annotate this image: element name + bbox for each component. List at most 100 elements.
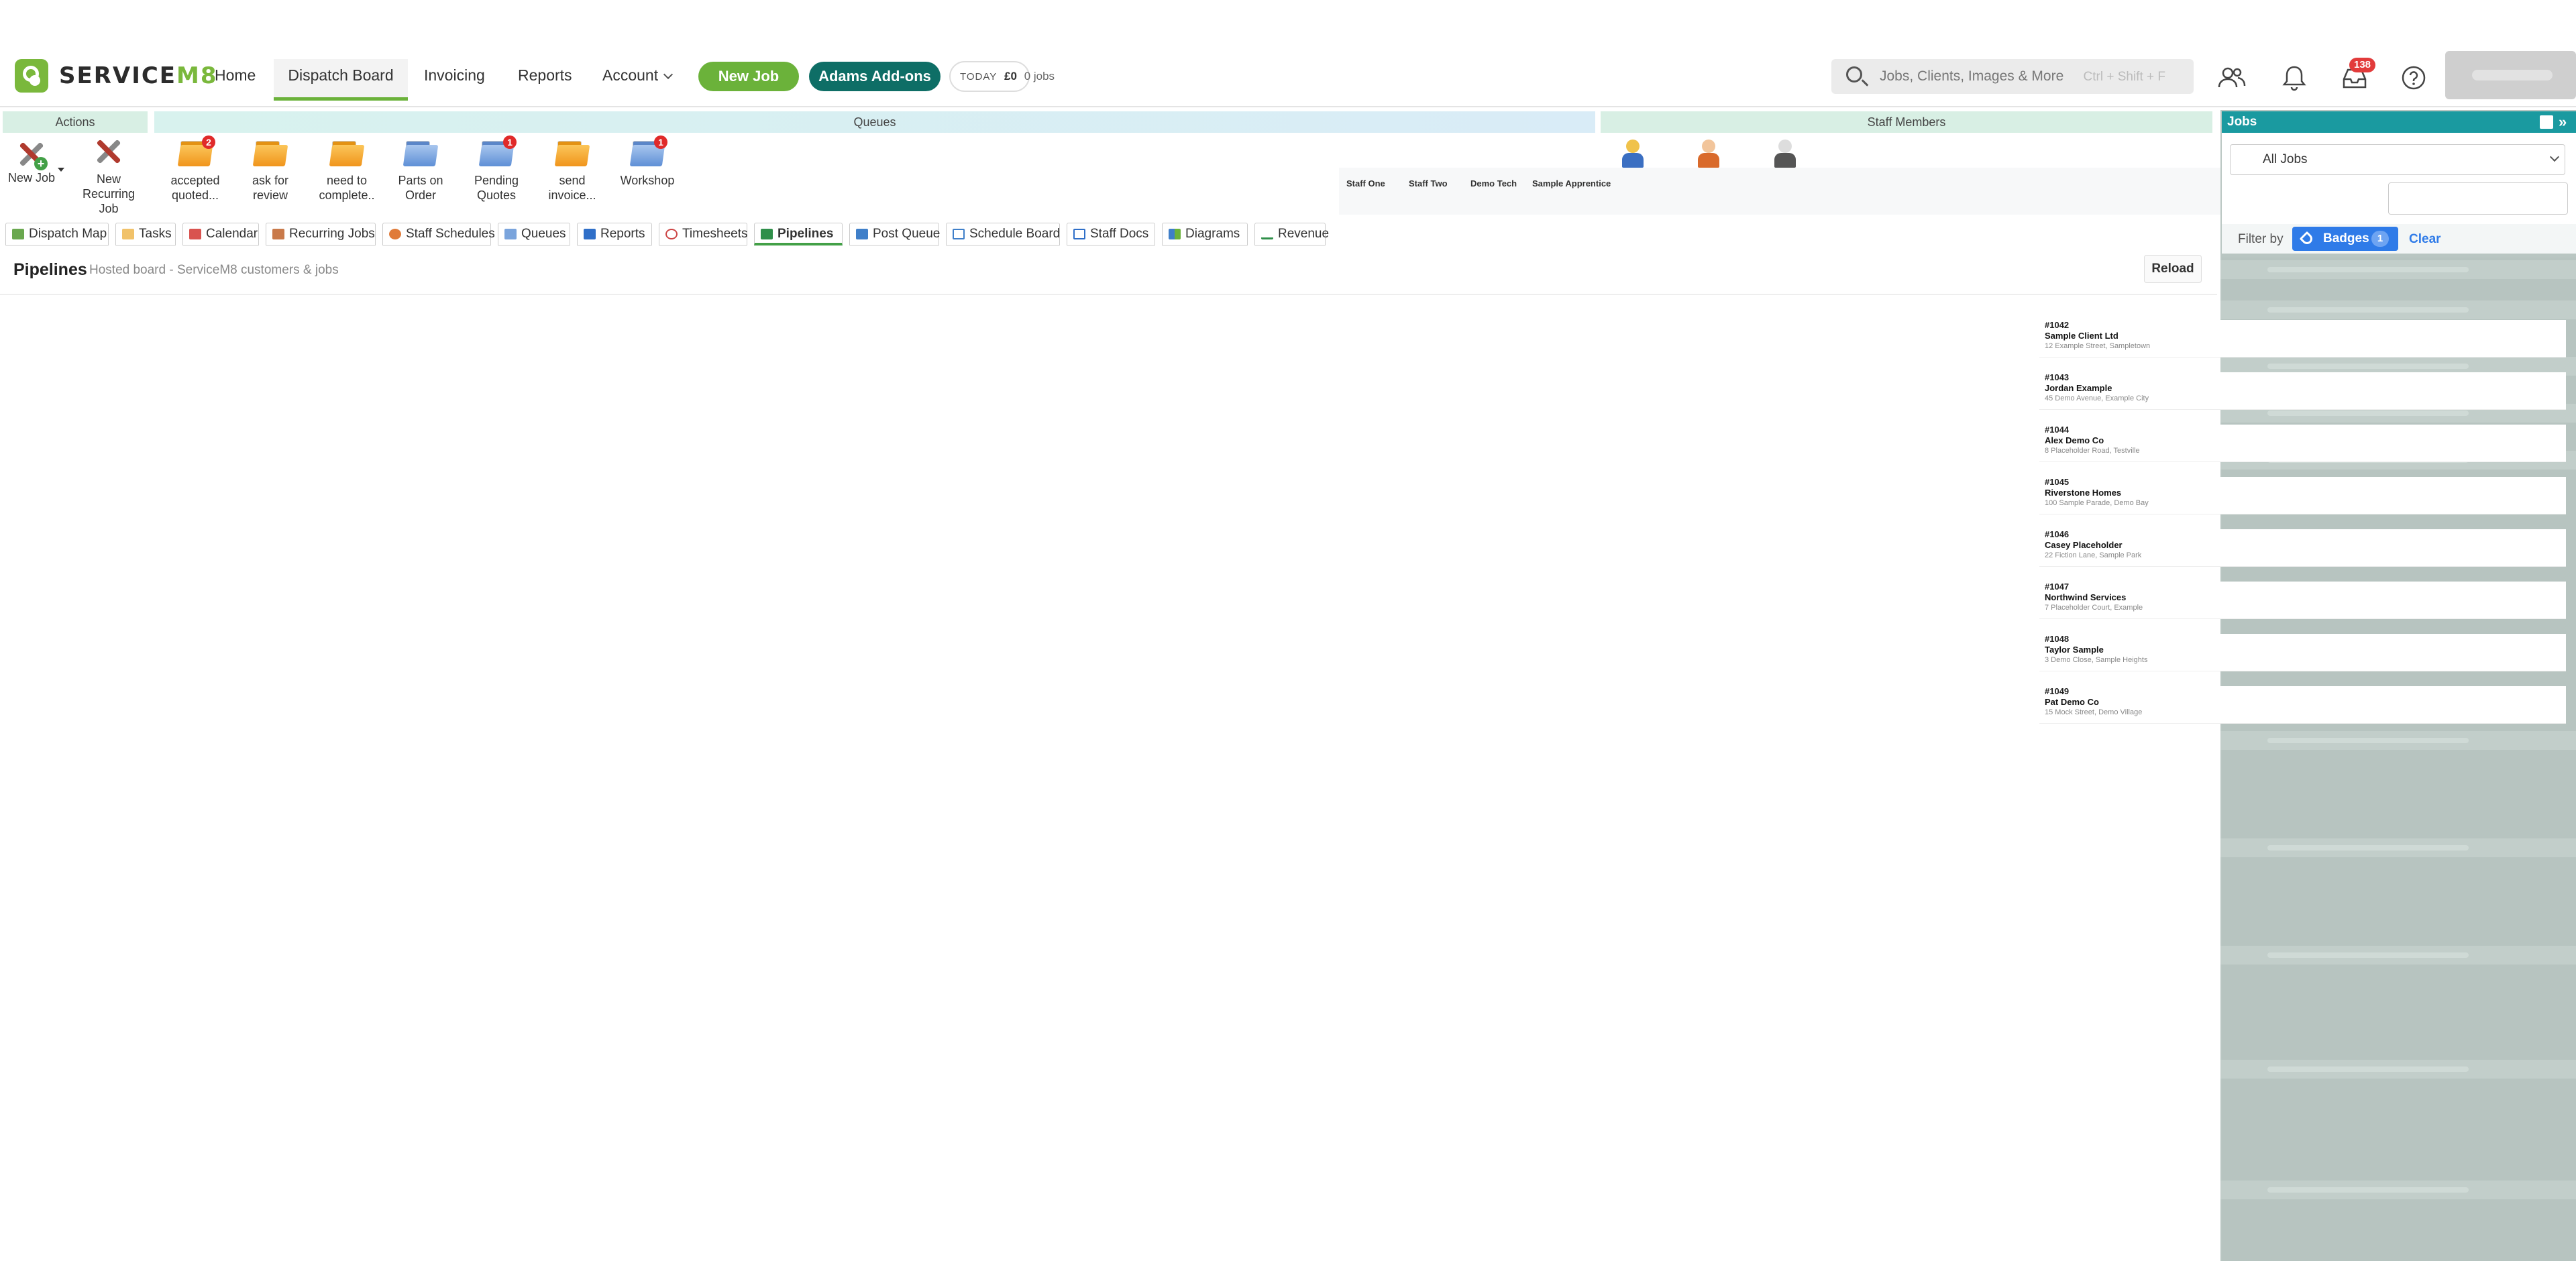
- tab-tasks[interactable]: Tasks: [115, 223, 176, 245]
- job-number: #1046: [2045, 529, 2070, 539]
- select-all-checkbox[interactable]: [2540, 115, 2553, 129]
- top-nav: SERVICEM8 Home Dispatch Board Invoicing …: [0, 0, 2576, 107]
- collapse-panel-icon[interactable]: »: [2559, 111, 2567, 133]
- search-shortcut: Ctrl + Shift + F: [2083, 70, 2165, 84]
- tab-schedule-board[interactable]: Schedule Board: [946, 223, 1060, 245]
- staff-name[interactable]: Demo Tech: [1470, 178, 1517, 188]
- tab-post-queue[interactable]: Post Queue: [849, 223, 941, 245]
- job-card[interactable]: #1042 Sample Client Ltd 12 Example Street,…: [2039, 320, 2566, 358]
- badges-filter-button[interactable]: Badges 1: [2292, 227, 2398, 251]
- job-address: 8 Placeholder Road, Testville: [2045, 447, 2140, 455]
- new-recurring-job-action[interactable]: New Recurring Job: [71, 138, 146, 216]
- job-client: Taylor Sample: [2045, 645, 2104, 655]
- nav-account[interactable]: Account: [596, 59, 678, 101]
- folder-icon: [504, 229, 517, 239]
- servicem8-logo[interactable]: SERVICEM8: [15, 59, 218, 93]
- people-icon[interactable]: [2217, 63, 2247, 93]
- new-recurring-job-label: New Recurring Job: [82, 172, 136, 215]
- jobs-search-input[interactable]: [2388, 182, 2568, 215]
- chevron-down-icon: [2549, 152, 2560, 162]
- queue-count-badge: 1: [654, 135, 667, 149]
- queue-send-invoice[interactable]: send invoice...: [543, 141, 601, 203]
- tab-staff-docs[interactable]: Staff Docs: [1067, 223, 1155, 245]
- queue-label: need to complete..: [319, 174, 375, 202]
- job-client: Sample Client Ltd: [2045, 331, 2118, 341]
- job-address: 3 Demo Close, Sample Heights: [2045, 656, 2148, 664]
- new-job-dropdown-icon[interactable]: [58, 168, 64, 172]
- filter-by-label: Filter by: [2238, 232, 2284, 246]
- logo-word: SERVICE: [59, 62, 177, 89]
- recurring-job-tools-icon: [93, 135, 125, 168]
- queue-ask-for-review[interactable]: ask for review: [241, 141, 299, 203]
- clear-filter-link[interactable]: Clear: [2409, 232, 2441, 247]
- folder-icon: [554, 141, 590, 166]
- tab-calendar[interactable]: Calendar: [182, 223, 259, 245]
- tab-timesheets[interactable]: Timesheets: [659, 223, 748, 245]
- folder-icon: 1: [478, 135, 517, 166]
- folder-icon: 1: [629, 135, 667, 166]
- tab-label: Queues: [521, 227, 566, 241]
- today-summary[interactable]: TODAY £0 0 jobs: [949, 61, 1055, 92]
- queue-parts-on-order[interactable]: Parts on Order: [392, 141, 449, 203]
- nav-dispatch-board[interactable]: Dispatch Board: [274, 59, 408, 101]
- new-job-button[interactable]: New Job: [698, 62, 799, 91]
- job-card[interactable]: #1043 Jordan Example 45 Demo Avenue, Examp…: [2039, 372, 2566, 410]
- addons-button[interactable]: Adams Add-ons: [809, 62, 941, 91]
- job-card[interactable]: #1049 Pat Demo Co 15 Mock Street, Demo Vil…: [2039, 686, 2566, 724]
- logo-icon: [15, 59, 48, 93]
- tab-label: Post Queue: [873, 227, 941, 241]
- staff-icon: [389, 229, 401, 239]
- job-card[interactable]: #1045 Riverstone Homes 100 Sample Parade, …: [2039, 477, 2566, 514]
- job-card[interactable]: #1044 Alex Demo Co 8 Placeholder Road, Tes…: [2039, 425, 2566, 462]
- staff-section-title: Staff Members: [1601, 111, 2212, 133]
- list-item-placeholder: [2220, 946, 2576, 965]
- staff-avatar-icon[interactable]: [1619, 138, 1646, 169]
- nav-invoicing[interactable]: Invoicing: [417, 59, 492, 101]
- new-job-action-label: New Job: [7, 171, 56, 184]
- tab-label: Reports: [600, 227, 645, 241]
- staff-name[interactable]: Sample Apprentice: [1532, 178, 1611, 188]
- job-client: Alex Demo Co: [2045, 435, 2104, 445]
- queue-label: Parts on Order: [398, 174, 443, 202]
- tab-dispatch-map[interactable]: Dispatch Map: [5, 223, 109, 245]
- recurring-icon: [272, 229, 284, 239]
- tab-recurring-jobs[interactable]: Recurring Jobs: [266, 223, 376, 245]
- help-icon[interactable]: [2399, 63, 2428, 93]
- nav-home[interactable]: Home: [208, 59, 262, 101]
- tab-diagrams[interactable]: Diagrams: [1162, 223, 1248, 245]
- tab-reports[interactable]: Reports: [577, 223, 652, 245]
- nav-reports[interactable]: Reports: [511, 59, 579, 101]
- staff-avatar-icon[interactable]: [1772, 138, 1799, 169]
- tab-label: Staff Docs: [1090, 227, 1149, 241]
- tab-label: Tasks: [139, 227, 172, 241]
- queue-workshop[interactable]: 1 Workshop: [617, 135, 678, 188]
- tab-pipelines[interactable]: Pipelines: [754, 223, 843, 245]
- tab-staff-schedules[interactable]: Staff Schedules: [382, 223, 495, 245]
- search-icon: [1846, 66, 1862, 83]
- new-job-action[interactable]: + New Job: [7, 138, 56, 185]
- account-avatar-block[interactable]: [2445, 51, 2576, 99]
- staff-name[interactable]: Staff Two: [1409, 178, 1448, 188]
- reload-button[interactable]: Reload: [2144, 255, 2202, 283]
- bell-icon[interactable]: [2279, 63, 2309, 93]
- job-card[interactable]: #1046 Casey Placeholder 22 Fiction Lane, S…: [2039, 529, 2566, 567]
- job-filter-select[interactable]: All Jobs: [2230, 144, 2565, 175]
- badges-label: Badges: [2323, 231, 2369, 245]
- pipeline-icon: [761, 229, 773, 239]
- today-label: TODAY: [960, 71, 998, 83]
- tab-queues[interactable]: Queues: [498, 223, 570, 245]
- queue-pending-quotes[interactable]: 1 Pending Quotes: [468, 135, 525, 203]
- list-item-placeholder: [2220, 731, 2576, 750]
- tab-label: Staff Schedules: [406, 227, 495, 241]
- queue-accepted-quoted[interactable]: 2 accepted quoted...: [166, 135, 224, 203]
- queue-need-to-complete[interactable]: need to complete..: [317, 141, 377, 203]
- tab-label: Timesheets: [682, 227, 748, 241]
- job-card[interactable]: #1047 Northwind Services 7 Placeholder Cou…: [2039, 582, 2566, 619]
- staff-avatar-icon[interactable]: [1695, 138, 1722, 169]
- new-job-tools-icon: +: [15, 138, 48, 170]
- actions-section-title: Actions: [3, 111, 148, 133]
- job-card[interactable]: #1048 Taylor Sample 3 Demo Close, Sample H…: [2039, 634, 2566, 671]
- staff-name[interactable]: Staff One: [1346, 178, 1385, 188]
- tab-revenue[interactable]: Revenue: [1254, 223, 1329, 245]
- global-search[interactable]: Jobs, Clients, Images & More Ctrl + Shif…: [1831, 59, 2194, 94]
